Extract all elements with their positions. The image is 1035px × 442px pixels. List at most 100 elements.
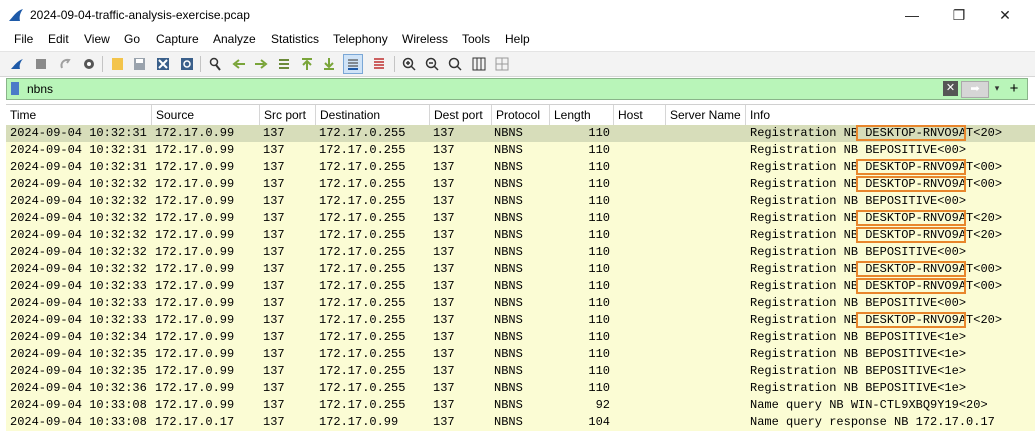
cell-host xyxy=(617,380,663,397)
column-header-protocol[interactable]: Protocol xyxy=(492,105,550,125)
cell-info: Registration NB BEPOSITIVE<1e> xyxy=(750,346,1035,363)
filter-history-dropdown[interactable]: ▾ xyxy=(991,81,1003,96)
restart-icon[interactable] xyxy=(56,55,74,73)
packet-row[interactable]: 2024-09-04 10:32:33 172.17.0.99 137 172.17.… xyxy=(6,312,1035,329)
cell-source: 172.17.0.99 xyxy=(155,194,235,208)
cell-src-port: 137 xyxy=(263,143,285,157)
cell-dest-port: 137 xyxy=(433,330,455,344)
menu-telephony[interactable]: Telephony xyxy=(333,32,388,46)
cell-length: 92 xyxy=(595,398,610,412)
display-filter-bar: ✕ ➡ ▾ + xyxy=(6,78,1028,100)
apply-filter-button[interactable]: ➡ xyxy=(961,81,989,98)
normal-size-icon[interactable] xyxy=(446,55,464,73)
menu-wireless[interactable]: Wireless xyxy=(402,32,448,46)
shark-fin-icon[interactable] xyxy=(8,55,26,73)
info-suffix: <00> xyxy=(937,143,967,157)
info-text: Registration NB xyxy=(750,126,866,140)
column-header-dest-port[interactable]: Dest port xyxy=(430,105,492,125)
cell-server-name xyxy=(669,125,743,142)
filter-bookmark-icon[interactable] xyxy=(11,82,19,95)
zoom-out-icon[interactable] xyxy=(423,55,441,73)
cell-source: 172.17.0.99 xyxy=(155,143,235,157)
packet-row[interactable]: 2024-09-04 10:32:32 172.17.0.99 137 172.17.… xyxy=(6,244,1035,261)
column-header-server-name[interactable]: Server Name xyxy=(666,105,746,125)
info-text: Registration NB xyxy=(750,211,866,225)
menu-statistics[interactable]: Statistics xyxy=(271,32,319,46)
info-name: DESKTOP-RNVO9AT xyxy=(865,279,974,293)
first-packet-icon[interactable] xyxy=(298,55,316,73)
close-file-icon[interactable] xyxy=(154,55,172,73)
save-icon[interactable] xyxy=(130,55,148,73)
menu-view[interactable]: View xyxy=(84,32,110,46)
column-header-time[interactable]: Time xyxy=(6,105,152,125)
packet-row[interactable]: 2024-09-04 10:32:31 172.17.0.99 137 172.17.… xyxy=(6,125,1035,142)
autoscroll-icon[interactable] xyxy=(343,54,363,74)
column-header-info[interactable]: Info xyxy=(746,105,1035,125)
packet-row[interactable]: 2024-09-04 10:32:32 172.17.0.99 137 172.17.… xyxy=(6,176,1035,193)
colorize-icon[interactable] xyxy=(370,55,388,73)
column-header-src-port[interactable]: Src port xyxy=(260,105,316,125)
menu-tools[interactable]: Tools xyxy=(462,32,490,46)
cell-src-port: 137 xyxy=(263,313,285,327)
cell-protocol: NBNS xyxy=(494,126,523,140)
packet-row[interactable]: 2024-09-04 10:32:32 172.17.0.99 137 172.17.… xyxy=(6,227,1035,244)
go-to-packet-icon[interactable] xyxy=(275,55,293,73)
menu-capture[interactable]: Capture xyxy=(156,32,199,46)
layout-icon[interactable] xyxy=(493,55,511,73)
close-window-button[interactable]: ✕ xyxy=(988,4,1022,26)
back-arrow-icon[interactable] xyxy=(230,55,248,73)
add-filter-button[interactable]: + xyxy=(1007,79,1021,99)
cell-destination: 172.17.0.255 xyxy=(319,296,406,310)
column-header-host[interactable]: Host xyxy=(614,105,666,125)
info-name: BEPOSITIVE xyxy=(865,330,938,344)
resize-columns-icon[interactable] xyxy=(470,55,488,73)
packet-row[interactable]: 2024-09-04 10:32:34 172.17.0.99 137 172.17.… xyxy=(6,329,1035,346)
info-name: DESKTOP-RNVO9AT xyxy=(865,262,974,276)
last-packet-icon[interactable] xyxy=(320,55,338,73)
menu-file[interactable]: File xyxy=(14,32,33,46)
forward-arrow-icon[interactable] xyxy=(252,55,270,73)
stop-icon[interactable] xyxy=(32,55,50,73)
find-icon[interactable] xyxy=(206,55,224,73)
open-folder-icon[interactable] xyxy=(108,55,126,73)
menu-analyze[interactable]: Analyze xyxy=(213,32,256,46)
zoom-in-icon[interactable] xyxy=(400,55,418,73)
reload-icon[interactable] xyxy=(178,55,196,73)
cell-time: 2024-09-04 10:32:32 xyxy=(10,211,147,225)
column-header-source[interactable]: Source xyxy=(152,105,260,125)
packet-row[interactable]: 2024-09-04 10:32:32 172.17.0.99 137 172.17.… xyxy=(6,210,1035,227)
clear-filter-icon[interactable]: ✕ xyxy=(943,81,958,96)
maximize-button[interactable]: ❐ xyxy=(942,4,976,26)
packet-row[interactable]: 2024-09-04 10:32:32 172.17.0.99 137 172.17.… xyxy=(6,261,1035,278)
cell-protocol: NBNS xyxy=(494,330,523,344)
cell-info: Registration NB DESKTOP-RNVO9AT<00> xyxy=(750,159,1035,176)
packet-row[interactable]: 2024-09-04 10:33:08 172.17.0.99 137 172.17.… xyxy=(6,397,1035,414)
info-suffix: <00> xyxy=(973,262,1003,276)
column-header-length[interactable]: Length xyxy=(550,105,614,125)
cell-server-name xyxy=(669,295,743,312)
packet-row[interactable]: 2024-09-04 10:32:35 172.17.0.99 137 172.17.… xyxy=(6,346,1035,363)
packet-row[interactable]: 2024-09-04 10:32:31 172.17.0.99 137 172.17.… xyxy=(6,142,1035,159)
info-text: Registration NB xyxy=(750,347,866,361)
cell-length: 110 xyxy=(588,177,610,191)
packet-row[interactable]: 2024-09-04 10:33:08 172.17.0.17 137 172.17.… xyxy=(6,414,1035,431)
info-text: Registration NB xyxy=(750,194,866,208)
packet-row[interactable]: 2024-09-04 10:32:36 172.17.0.99 137 172.17.… xyxy=(6,380,1035,397)
minimize-button[interactable]: — xyxy=(895,4,929,26)
menu-go[interactable]: Go xyxy=(124,32,140,46)
packet-row[interactable]: 2024-09-04 10:32:32 172.17.0.99 137 172.17.… xyxy=(6,193,1035,210)
packet-row[interactable]: 2024-09-04 10:32:31 172.17.0.99 137 172.17.… xyxy=(6,159,1035,176)
packet-row[interactable]: 2024-09-04 10:32:33 172.17.0.99 137 172.17.… xyxy=(6,278,1035,295)
menu-edit[interactable]: Edit xyxy=(48,32,69,46)
cell-src-port: 137 xyxy=(263,296,285,310)
display-filter-input[interactable] xyxy=(27,79,907,99)
info-name: BEPOSITIVE xyxy=(865,364,938,378)
packet-row[interactable]: 2024-09-04 10:32:35 172.17.0.99 137 172.17.… xyxy=(6,363,1035,380)
column-header-destination[interactable]: Destination xyxy=(316,105,430,125)
cell-dest-port: 137 xyxy=(433,126,455,140)
packet-row[interactable]: 2024-09-04 10:32:33 172.17.0.99 137 172.17.… xyxy=(6,295,1035,312)
options-gear-icon[interactable] xyxy=(80,55,98,73)
cell-host xyxy=(617,125,663,142)
menu-help[interactable]: Help xyxy=(505,32,530,46)
info-suffix: <00> xyxy=(937,194,967,208)
